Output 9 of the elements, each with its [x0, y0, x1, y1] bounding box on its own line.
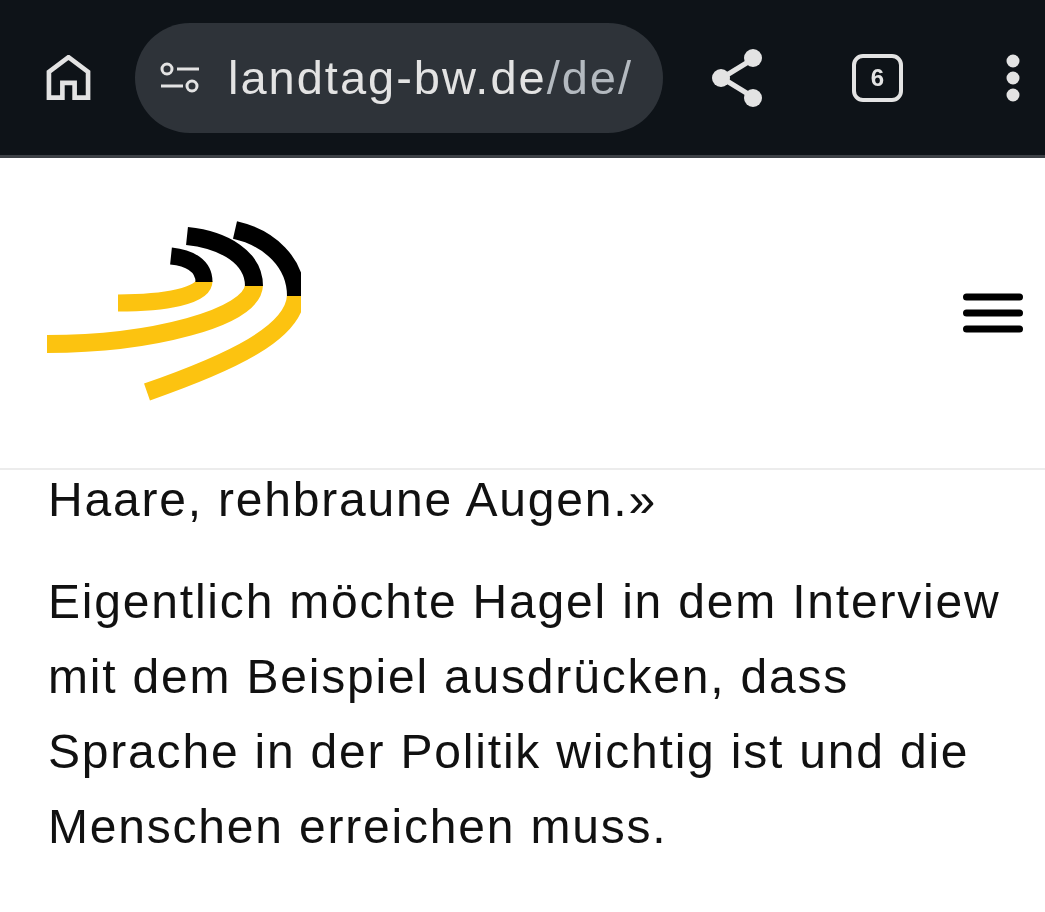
article-paragraph: Haare, rehbraune Augen.»	[48, 472, 657, 528]
more-menu-icon[interactable]	[1006, 53, 1020, 102]
home-icon[interactable]	[45, 55, 92, 100]
tab-count-button[interactable]: 6	[852, 53, 903, 102]
share-icon[interactable]	[710, 47, 765, 108]
address-bar[interactable]: landtag-bw.de/de/	[135, 22, 663, 133]
site-settings-icon[interactable]	[160, 62, 200, 93]
menu-icon[interactable]	[963, 293, 1023, 333]
article-paragraph: Eigentlich möchte Hagel in dem Interview mit dem Beispiel ausdrücken, dass Sprache in der Politik wichtig ist und die Menschen erreichen muss.	[48, 574, 1002, 855]
